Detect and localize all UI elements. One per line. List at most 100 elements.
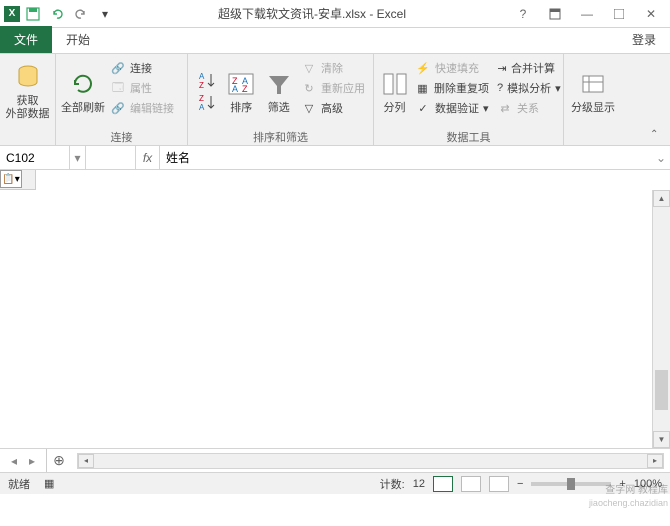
advanced-icon: ▽ xyxy=(301,100,317,116)
scroll-up-button[interactable]: ▲ xyxy=(653,190,670,207)
sort-desc-icon: ZA xyxy=(191,91,223,113)
save-button[interactable] xyxy=(22,3,44,25)
group-connections: 全部刷新 🔗连接 🗔属性 🔗编辑链接 连接 xyxy=(56,54,188,145)
paste-options-button[interactable]: 📋▾ xyxy=(0,170,22,188)
dedup-icon: ▦ xyxy=(415,80,430,96)
zoom-value[interactable]: 100% xyxy=(634,478,662,490)
filter-button[interactable]: 筛选 xyxy=(260,57,297,125)
group-sort-filter: AZ ZA ZAAZ 排序 筛选 ▽清除 ↻重新应用 ▽高级 排序和筛选 xyxy=(188,54,374,145)
view-break-button[interactable] xyxy=(489,476,509,492)
relations-button[interactable]: ⇄关系 xyxy=(493,99,559,117)
formula-bar: C102 ▾ fx 姓名 ⌄ xyxy=(0,146,670,170)
ribbon-tabs: 文件 开始 登录 xyxy=(0,28,670,54)
refresh-all-button[interactable]: 全部刷新 xyxy=(60,57,106,125)
ribbon: 获取 外部数据 全部刷新 🔗连接 🗔属性 🔗编辑链接 连接 AZ ZA xyxy=(0,54,670,146)
link-icon: 🔗 xyxy=(110,60,126,76)
remove-duplicates-button[interactable]: ▦删除重复项 xyxy=(411,79,493,97)
scroll-left-button[interactable]: ◂ xyxy=(78,454,94,468)
data-validation-button[interactable]: ✓数据验证 ▾ xyxy=(411,99,493,117)
flash-fill-button[interactable]: ⚡快速填充 xyxy=(411,59,493,77)
quick-access-toolbar: X ▾ xyxy=(0,3,116,25)
scroll-down-button[interactable]: ▼ xyxy=(653,431,670,448)
sort-icon: ZAAZ xyxy=(225,68,257,100)
status-bar: 就绪 ▦ 计数: 12 − + 100% xyxy=(0,472,670,494)
tab-开始[interactable]: 开始 xyxy=(52,26,104,53)
properties-button[interactable]: 🗔属性 xyxy=(106,79,178,97)
sheet-add-button[interactable]: ⊕ xyxy=(47,452,71,469)
advanced-filter-button[interactable]: ▽高级 xyxy=(297,99,369,117)
name-box[interactable]: C102 xyxy=(0,146,70,169)
excel-icon: X xyxy=(4,6,20,22)
maximize-button[interactable] xyxy=(604,3,634,25)
svg-text:Z: Z xyxy=(242,84,248,94)
view-layout-button[interactable] xyxy=(461,476,481,492)
text-to-columns-button[interactable]: 分列 xyxy=(378,57,411,125)
spreadsheet-grid: 📋▾ ▲ ▼ xyxy=(0,170,670,448)
status-count-label: 计数: xyxy=(380,476,405,492)
macro-icon[interactable]: ▦ xyxy=(44,477,54,490)
tab-file[interactable]: 文件 xyxy=(0,26,52,53)
clear-icon: ▽ xyxy=(301,60,317,76)
name-box-dropdown[interactable]: ▾ xyxy=(70,146,86,169)
group-data-tools: 分列 ⚡快速填充 ▦删除重复项 ✓数据验证 ▾ ⇥合并计算 ?模拟分析 ▾ ⇄关… xyxy=(374,54,564,145)
relations-icon: ⇄ xyxy=(497,100,513,116)
scroll-right-button[interactable]: ▸ xyxy=(647,454,663,468)
svg-text:A: A xyxy=(232,84,238,94)
cells[interactable] xyxy=(36,190,652,448)
consolidate-button[interactable]: ⇥合并计算 xyxy=(493,59,559,77)
whatif-button[interactable]: ?模拟分析 ▾ xyxy=(493,79,559,97)
reapply-button[interactable]: ↻重新应用 xyxy=(297,79,369,97)
sort-asc-icon: AZ xyxy=(191,69,223,91)
status-count-value: 12 xyxy=(413,478,425,490)
sheet-nav-prev[interactable]: ◂ xyxy=(6,453,22,469)
database-icon xyxy=(12,61,44,93)
clear-filter-button[interactable]: ▽清除 xyxy=(297,59,369,77)
formula-input[interactable]: 姓名 xyxy=(160,146,652,169)
undo-button[interactable] xyxy=(46,3,68,25)
edit-link-icon: 🔗 xyxy=(110,100,126,116)
redo-button[interactable] xyxy=(70,3,92,25)
flash-icon: ⚡ xyxy=(415,60,431,76)
formula-expand-button[interactable]: ⌄ xyxy=(652,146,670,169)
title-bar: X ▾ 超级下载软文资讯-安卓.xlsx - Excel ? — ✕ xyxy=(0,0,670,28)
group-outline: 分级显示 xyxy=(564,54,622,145)
connections-button[interactable]: 🔗连接 xyxy=(106,59,178,77)
get-external-data-button[interactable]: 获取 外部数据 xyxy=(4,57,51,125)
outline-button[interactable]: 分级显示 xyxy=(568,57,618,125)
vertical-scrollbar[interactable]: ▲ ▼ xyxy=(652,190,670,448)
whatif-icon: ? xyxy=(497,80,503,96)
sheet-bar: ◂ ▸ ⊕ ◂ ▸ xyxy=(0,448,670,472)
view-normal-button[interactable] xyxy=(433,476,453,492)
close-button[interactable]: ✕ xyxy=(636,3,666,25)
ribbon-options-button[interactable] xyxy=(540,3,570,25)
window-controls: ? — ✕ xyxy=(508,3,670,25)
columns-icon xyxy=(379,68,411,100)
properties-icon: 🗔 xyxy=(110,80,126,96)
sheet-nav-next[interactable]: ▸ xyxy=(24,453,40,469)
svg-text:A: A xyxy=(199,103,205,112)
minimize-button[interactable]: — xyxy=(572,3,602,25)
filter-icon xyxy=(263,68,295,100)
ribbon-collapse-button[interactable]: ⌃ xyxy=(650,129,666,143)
watermark-url: jiaocheng.chazidian xyxy=(589,498,668,508)
edit-links-button[interactable]: 🔗编辑链接 xyxy=(106,99,178,117)
sort-asc-button[interactable]: AZ ZA xyxy=(192,57,222,125)
reapply-icon: ↻ xyxy=(301,80,317,96)
zoom-in-button[interactable]: + xyxy=(619,478,625,490)
help-button[interactable]: ? xyxy=(508,3,538,25)
qat-dropdown-icon[interactable]: ▾ xyxy=(94,3,116,25)
svg-text:Z: Z xyxy=(199,81,204,90)
sort-button[interactable]: ZAAZ 排序 xyxy=(222,57,260,125)
group-external-data: 获取 外部数据 xyxy=(0,54,56,145)
horizontal-scrollbar[interactable]: ◂ ▸ xyxy=(77,453,664,469)
signin-link[interactable]: 登录 xyxy=(618,26,670,53)
zoom-thumb[interactable] xyxy=(567,478,575,490)
merge-icon: ⇥ xyxy=(497,60,507,76)
fx-button[interactable]: fx xyxy=(136,146,160,169)
zoom-out-button[interactable]: − xyxy=(517,478,523,490)
window-title: 超级下载软文资讯-安卓.xlsx - Excel xyxy=(116,5,508,22)
svg-text:Z: Z xyxy=(199,94,204,103)
zoom-slider[interactable] xyxy=(531,482,611,486)
scroll-thumb[interactable] xyxy=(655,370,668,410)
status-ready: 就绪 xyxy=(8,476,30,492)
